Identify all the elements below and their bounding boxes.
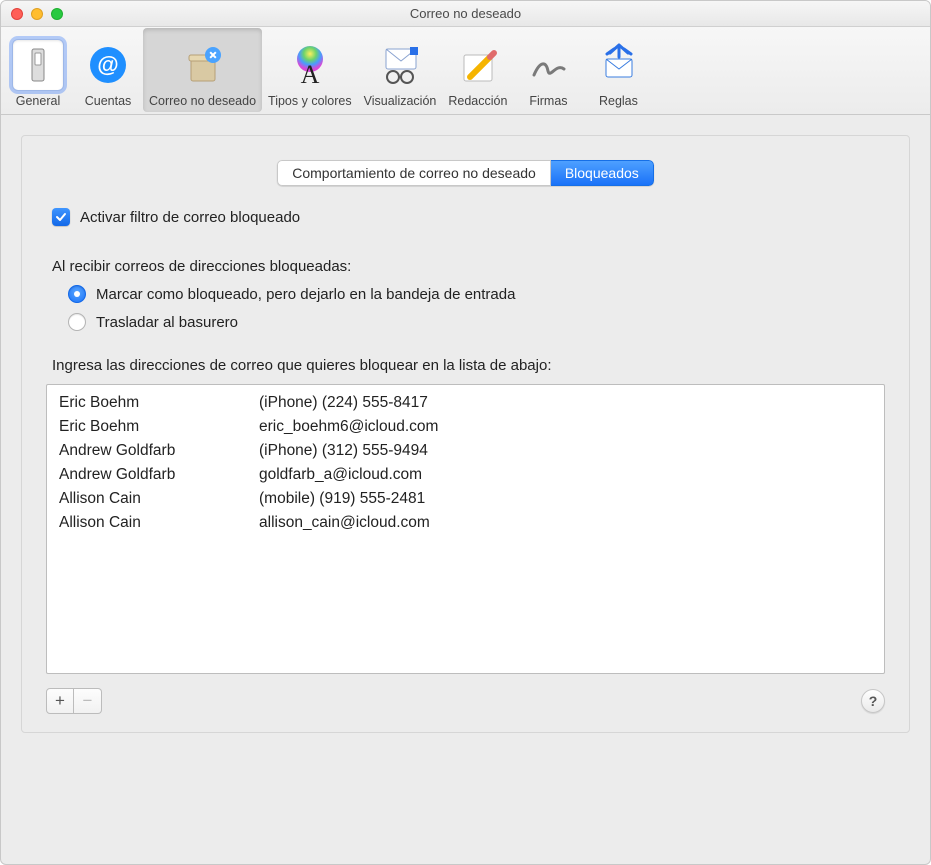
blocked-detail: (iPhone) (312) 555-9494 [255, 439, 876, 463]
tab-accounts[interactable]: @ Cuentas [73, 28, 143, 112]
blocked-list[interactable]: Eric Boehm(iPhone) (224) 555-8417Eric Bo… [46, 384, 885, 674]
blocked-panel: Comportamiento de correo no deseado Bloq… [21, 135, 910, 733]
general-icon [12, 39, 64, 91]
preferences-toolbar: General @ Cuentas Correo no deseado [1, 27, 930, 115]
table-row[interactable]: Andrew Goldfarb(iPhone) (312) 555-9494 [55, 439, 876, 463]
radio-trash-row: Trasladar al basurero [68, 313, 885, 331]
add-button[interactable]: + [46, 688, 74, 714]
fonts-icon: A [284, 39, 336, 91]
junk-icon [177, 39, 229, 91]
blocked-detail: (mobile) (919) 555-2481 [255, 487, 876, 511]
remove-button[interactable]: − [74, 688, 102, 714]
radio-mark[interactable] [68, 285, 86, 303]
tab-label: Tipos y colores [268, 94, 352, 108]
blocked-list-table: Eric Boehm(iPhone) (224) 555-8417Eric Bo… [55, 391, 876, 535]
tab-label: Firmas [529, 94, 567, 108]
help-icon: ? [869, 693, 878, 709]
titlebar: Correo no deseado [1, 1, 930, 27]
minimize-button[interactable] [31, 8, 43, 20]
blocked-detail: allison_cain@icloud.com [255, 511, 876, 535]
segmented-control: Comportamiento de correo no deseado Bloq… [277, 160, 654, 186]
blocked-name: Eric Boehm [55, 415, 255, 439]
enable-filter-row: Activar filtro de correo bloqueado [52, 208, 885, 226]
table-row[interactable]: Eric Boehm(iPhone) (224) 555-8417 [55, 391, 876, 415]
tab-composing[interactable]: Redacción [442, 28, 513, 112]
radio-mark-label: Marcar como bloqueado, pero dejarlo en l… [96, 286, 515, 303]
table-row[interactable]: Eric Boehmeric_boehm6@icloud.com [55, 415, 876, 439]
tab-label: Cuentas [85, 94, 132, 108]
svg-text:@: @ [97, 52, 118, 77]
blocked-detail: (iPhone) (224) 555-8417 [255, 391, 876, 415]
tab-label: Correo no deseado [149, 94, 256, 108]
panel-footer: + − ? [46, 688, 885, 714]
table-row[interactable]: Allison Cainallison_cain@icloud.com [55, 511, 876, 535]
radio-group: Marcar como bloqueado, pero dejarlo en l… [68, 285, 885, 331]
minus-icon: − [83, 691, 93, 711]
blocked-name: Andrew Goldfarb [55, 439, 255, 463]
content-area: Comportamiento de correo no deseado Bloq… [1, 115, 930, 753]
table-row[interactable]: Andrew Goldfarbgoldfarb_a@icloud.com [55, 463, 876, 487]
tab-viewing[interactable]: Visualización [358, 28, 443, 112]
segment-behaviors[interactable]: Comportamiento de correo no deseado [277, 160, 551, 186]
window-title: Correo no deseado [1, 6, 930, 21]
tab-label: Reglas [599, 94, 638, 108]
radio-mark-row: Marcar como bloqueado, pero dejarlo en l… [68, 285, 885, 303]
help-button[interactable]: ? [861, 689, 885, 713]
checkmark-icon [55, 211, 67, 223]
tab-general[interactable]: General [3, 28, 73, 112]
segment-blocked[interactable]: Bloqueados [551, 160, 654, 186]
segmented-control-wrap: Comportamiento de correo no deseado Bloq… [46, 160, 885, 186]
tab-fonts[interactable]: A Tipos y colores [262, 28, 358, 112]
plus-icon: + [55, 691, 65, 711]
add-remove-buttons: + − [46, 688, 102, 714]
radio-trash[interactable] [68, 313, 86, 331]
tab-rules[interactable]: Reglas [583, 28, 653, 112]
blocked-detail: eric_boehm6@icloud.com [255, 415, 876, 439]
radio-trash-label: Trasladar al basurero [96, 314, 238, 331]
accounts-icon: @ [82, 39, 134, 91]
tab-label: Visualización [364, 94, 437, 108]
on-receive-label: Al recibir correos de direcciones bloque… [52, 258, 885, 275]
window-controls [1, 8, 63, 20]
tab-junk[interactable]: Correo no deseado [143, 28, 262, 112]
enable-filter-checkbox[interactable] [52, 208, 70, 226]
blocked-name: Andrew Goldfarb [55, 463, 255, 487]
rules-icon [592, 39, 644, 91]
blocked-name: Allison Cain [55, 511, 255, 535]
blocked-name: Allison Cain [55, 487, 255, 511]
blocked-list-label: Ingresa las direcciones de correo que qu… [52, 357, 885, 374]
blocked-detail: goldfarb_a@icloud.com [255, 463, 876, 487]
viewing-icon [374, 39, 426, 91]
blocked-name: Eric Boehm [55, 391, 255, 415]
tab-label: General [16, 94, 60, 108]
signatures-icon [522, 39, 574, 91]
table-row[interactable]: Allison Cain(mobile) (919) 555-2481 [55, 487, 876, 511]
enable-filter-label: Activar filtro de correo bloqueado [80, 209, 300, 226]
maximize-button[interactable] [51, 8, 63, 20]
preferences-window: Correo no deseado General @ Cuentas [0, 0, 931, 865]
close-button[interactable] [11, 8, 23, 20]
svg-text:A: A [300, 60, 319, 87]
tab-label: Redacción [448, 94, 507, 108]
composing-icon [452, 39, 504, 91]
tab-signatures[interactable]: Firmas [513, 28, 583, 112]
